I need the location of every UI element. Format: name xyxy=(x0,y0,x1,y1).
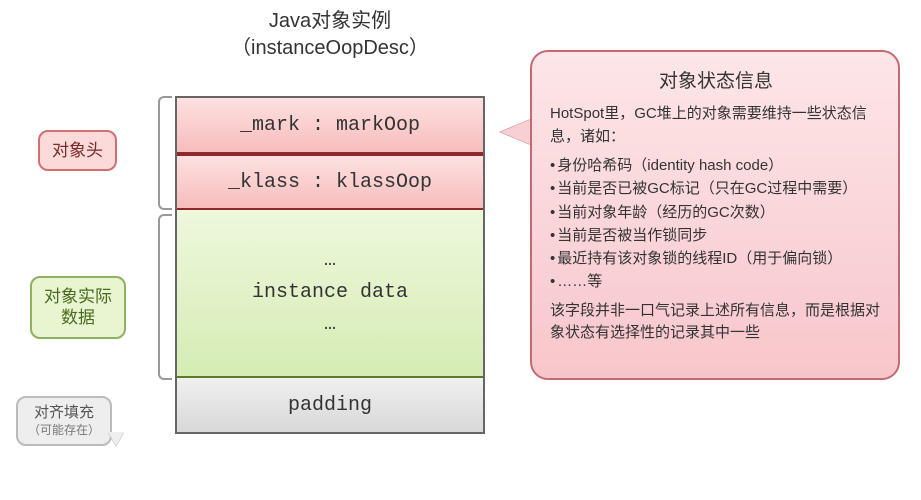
label-object-body-text: 对象实际 数据 xyxy=(44,286,112,329)
label-padding-sub: （可能存在） xyxy=(28,423,100,438)
callout-bullet: 当前是否已被GC标记（只在GC过程中需要） xyxy=(550,177,882,200)
diagram-title: Java对象实例 （instanceOopDesc） xyxy=(205,8,455,62)
label-object-header-text: 对象头 xyxy=(52,140,103,161)
callout-bullet: 当前是否被当作锁同步 xyxy=(550,224,882,247)
label-object-header: 对象头 xyxy=(38,130,117,171)
label-padding: 对齐填充 （可能存在） xyxy=(16,396,112,446)
bracket-header xyxy=(158,96,172,210)
callout-intro: HotSpot里，GC堆上的对象需要维持一些状态信息，诸如： xyxy=(550,103,882,148)
label-object-body: 对象实际 数据 xyxy=(30,276,126,339)
callout-bullets: 身份哈希码（identity hash code） 当前是否已被GC标记（只在G… xyxy=(550,154,882,294)
row-padding: padding xyxy=(177,378,483,432)
callout-title: 对象状态信息 xyxy=(550,66,882,93)
callout-bullet: ……等 xyxy=(550,270,882,293)
row-instance-data: … instance data … xyxy=(177,210,483,378)
callout-pointer xyxy=(500,118,534,146)
title-line1: Java对象实例 xyxy=(269,10,391,32)
row-mark: _mark : markOop xyxy=(177,98,483,154)
row-klass: _klass : klassOop xyxy=(177,154,483,210)
row-data-label: instance data xyxy=(252,277,408,309)
bracket-body xyxy=(158,214,172,380)
callout-box: 对象状态信息 HotSpot里，GC堆上的对象需要维持一些状态信息，诸如： 身份… xyxy=(530,50,900,380)
object-layout-stack: _mark : markOop _klass : klassOop … inst… xyxy=(175,96,485,434)
title-line2: （instanceOopDesc） xyxy=(231,37,429,59)
row-data-dots-bottom: … xyxy=(324,309,336,341)
callout-bullet: 最近持有该对象锁的线程ID（用于偏向锁） xyxy=(550,247,882,270)
row-klass-text: _klass : klassOop xyxy=(228,171,432,194)
callout-bullet: 当前对象年龄（经历的GC次数） xyxy=(550,201,882,224)
row-data-dots-top: … xyxy=(324,245,336,277)
callout-bullet: 身份哈希码（identity hash code） xyxy=(550,154,882,177)
callout-outro: 该字段并非一口气记录上述所有信息，而是根据对象状态有选择性的记录其中一些 xyxy=(550,300,882,345)
label-padding-pointer xyxy=(108,432,124,446)
row-padding-text: padding xyxy=(288,394,372,417)
row-mark-text: _mark : markOop xyxy=(240,114,420,137)
label-padding-text: 对齐填充 xyxy=(34,404,94,421)
